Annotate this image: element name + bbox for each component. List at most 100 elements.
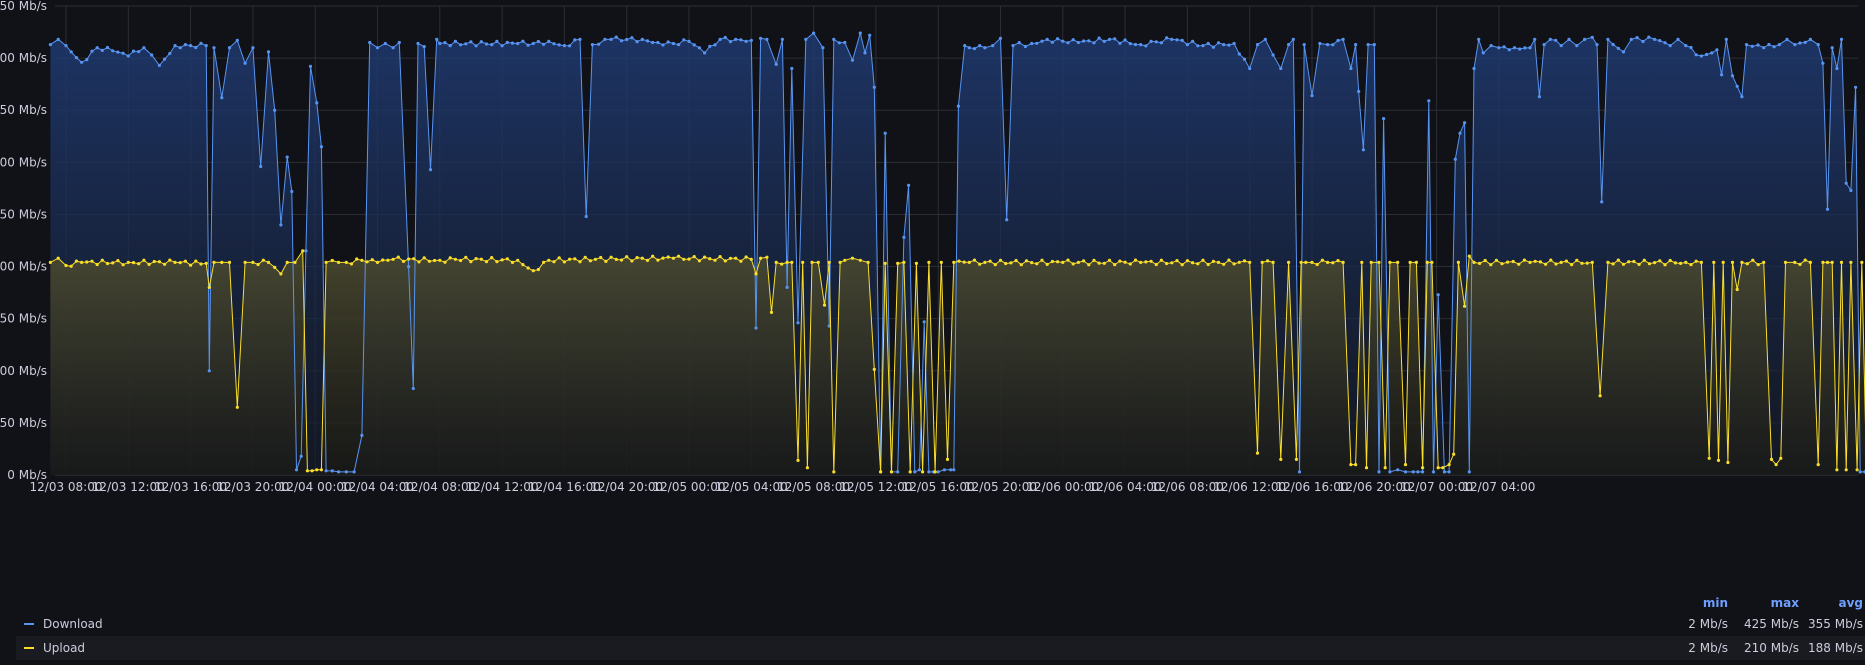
data-point xyxy=(479,40,483,44)
data-point xyxy=(416,41,420,46)
data-point xyxy=(459,43,463,47)
data-point xyxy=(319,468,323,472)
data-point xyxy=(1518,47,1522,51)
data-point xyxy=(1585,261,1589,265)
data-point xyxy=(1689,45,1693,50)
data-point xyxy=(1287,43,1291,47)
data-point xyxy=(100,48,104,53)
data-point xyxy=(126,260,130,264)
data-point xyxy=(1004,261,1008,266)
data-point xyxy=(411,386,415,391)
data-point xyxy=(749,257,753,261)
y-tick-label: 400 Mb/s xyxy=(0,51,47,65)
data-point xyxy=(744,255,748,259)
data-point xyxy=(1642,258,1646,262)
data-point xyxy=(251,46,255,50)
legend-max-header[interactable]: max xyxy=(1739,596,1799,610)
legend-row-download[interactable]: Download 2 Mb/s 425 Mb/s 355 Mb/s xyxy=(16,612,1865,636)
data-point xyxy=(121,51,125,55)
data-point xyxy=(584,214,588,219)
data-point xyxy=(1554,38,1558,42)
data-point xyxy=(1679,261,1683,265)
legend-row-upload[interactable]: Upload 2 Mb/s 210 Mb/s 188 Mb/s xyxy=(16,636,1865,660)
data-point xyxy=(682,257,686,261)
data-point xyxy=(1128,262,1132,266)
data-point xyxy=(907,183,911,187)
data-point xyxy=(774,62,778,66)
data-point xyxy=(1294,457,1298,461)
data-point xyxy=(1287,260,1291,264)
data-point xyxy=(1149,259,1153,263)
data-point xyxy=(816,260,820,264)
data-point xyxy=(703,51,707,55)
legend-avg-header[interactable]: avg xyxy=(1803,596,1863,610)
data-point xyxy=(85,58,89,62)
data-point xyxy=(173,260,177,264)
data-point xyxy=(370,258,374,262)
download-swatch xyxy=(24,623,34,625)
data-point xyxy=(1528,46,1532,50)
data-point xyxy=(1715,48,1719,52)
data-point xyxy=(90,259,94,263)
data-point xyxy=(708,257,712,261)
data-point xyxy=(749,38,753,43)
data-point xyxy=(1767,42,1771,47)
data-point xyxy=(1377,260,1381,264)
data-point xyxy=(1279,66,1283,71)
data-point xyxy=(142,46,146,50)
data-point xyxy=(1653,37,1657,42)
data-point xyxy=(682,38,686,42)
data-point xyxy=(1583,37,1587,42)
data-point xyxy=(137,50,141,54)
data-point xyxy=(304,249,308,253)
data-point xyxy=(1408,260,1412,264)
data-point xyxy=(1483,258,1487,263)
data-point xyxy=(1360,260,1364,264)
legend-min-header[interactable]: min xyxy=(1668,596,1728,610)
data-point xyxy=(1326,260,1330,264)
data-point xyxy=(375,260,380,264)
data-point xyxy=(1724,37,1728,42)
data-point xyxy=(578,260,582,264)
data-point xyxy=(1506,260,1510,264)
data-point xyxy=(74,56,78,60)
data-point xyxy=(337,470,341,474)
data-point xyxy=(785,285,789,289)
data-point xyxy=(765,37,769,42)
data-point xyxy=(583,255,587,259)
legend-series-name[interactable]: Download xyxy=(43,617,103,631)
data-point xyxy=(614,257,618,261)
data-point xyxy=(1411,470,1415,474)
data-point xyxy=(1447,470,1451,474)
legend-series-name[interactable]: Upload xyxy=(43,641,85,655)
data-point xyxy=(443,260,447,264)
data-point xyxy=(1144,260,1148,264)
data-point xyxy=(677,254,681,258)
data-point xyxy=(1336,38,1340,43)
data-point xyxy=(183,259,187,263)
data-point xyxy=(299,454,303,458)
data-point xyxy=(1087,39,1091,43)
data-point xyxy=(505,257,509,261)
data-point xyxy=(1517,262,1521,266)
data-point xyxy=(972,258,977,262)
data-point xyxy=(597,42,601,46)
data-point xyxy=(1835,66,1839,71)
data-point xyxy=(1201,258,1205,262)
data-point xyxy=(1227,258,1231,262)
data-point xyxy=(1255,451,1260,455)
data-point xyxy=(1271,53,1275,57)
data-point xyxy=(1076,40,1080,45)
data-point xyxy=(1425,260,1429,264)
data-point xyxy=(1242,57,1247,61)
data-point xyxy=(435,37,439,42)
y-tick-label: 250 Mb/s xyxy=(0,207,47,221)
data-point xyxy=(983,260,987,264)
data-point xyxy=(1396,260,1400,264)
data-point xyxy=(810,260,814,264)
data-point xyxy=(1716,458,1721,462)
data-point xyxy=(1663,41,1667,45)
data-point xyxy=(604,259,608,263)
data-point xyxy=(251,260,255,264)
data-point xyxy=(396,255,400,259)
